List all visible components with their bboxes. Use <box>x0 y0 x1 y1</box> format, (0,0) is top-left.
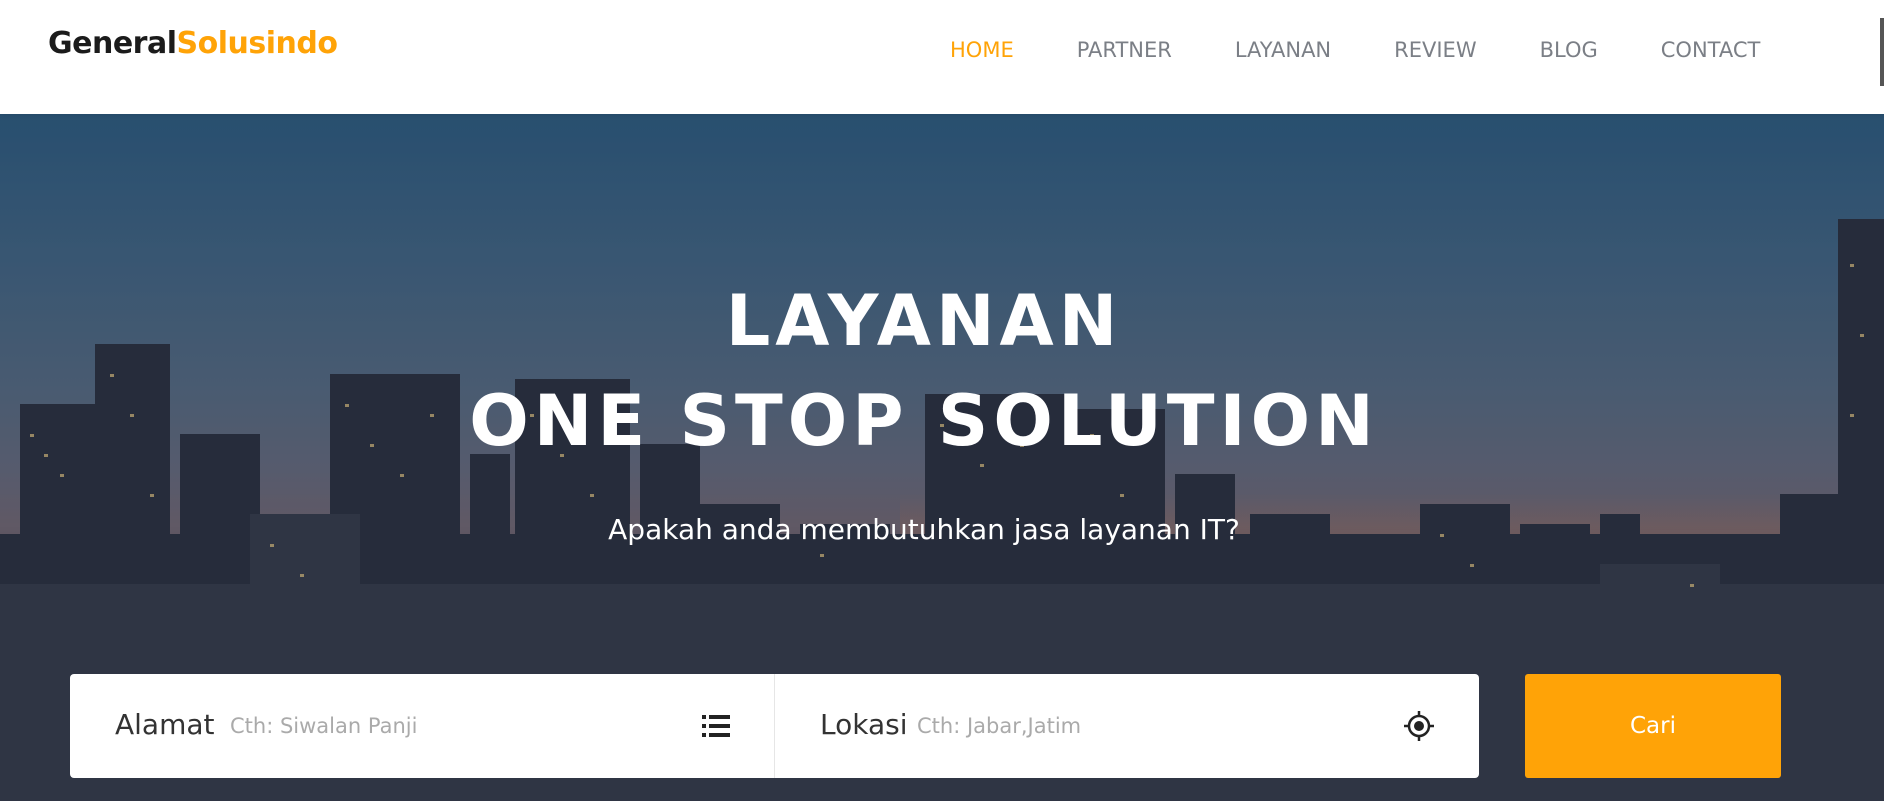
location-field-group: Lokasi <box>774 674 1478 778</box>
search-bar: Alamat Lokasi <box>70 674 1479 778</box>
hero-section: LAYANAN ONE STOP SOLUTION Apakah anda me… <box>0 114 1884 801</box>
address-label: Alamat <box>115 708 215 741</box>
logo[interactable]: GeneralSolusindo <box>48 26 338 61</box>
logo-text-general: General <box>48 26 177 61</box>
search-button[interactable]: Cari <box>1525 674 1781 778</box>
nav-home[interactable]: HOME <box>950 38 1014 62</box>
location-input[interactable] <box>917 704 1397 748</box>
nav-partner[interactable]: PARTNER <box>1077 38 1172 62</box>
main-nav: HOME PARTNER LAYANAN REVIEW BLOG CONTACT <box>950 38 1823 62</box>
logo-text-solusindo: Solusindo <box>176 26 338 61</box>
list-icon[interactable] <box>700 710 732 742</box>
nav-blog[interactable]: BLOG <box>1540 38 1598 62</box>
nav-contact[interactable]: CONTACT <box>1661 38 1761 62</box>
address-field-group: Alamat <box>70 674 774 778</box>
nav-review[interactable]: REVIEW <box>1394 38 1476 62</box>
scrollbar[interactable] <box>1880 18 1884 86</box>
crosshair-icon[interactable] <box>1403 710 1435 742</box>
address-input[interactable] <box>230 704 710 748</box>
hero-subtitle: Apakah anda membutuhkan jasa layanan IT? <box>608 513 1240 546</box>
hero-title-line1: LAYANAN <box>725 280 1123 362</box>
site-header: GeneralSolusindo HOME PARTNER LAYANAN RE… <box>0 0 1884 114</box>
hero-title-line2: ONE STOP SOLUTION <box>469 380 1379 462</box>
nav-layanan[interactable]: LAYANAN <box>1235 38 1331 62</box>
location-label: Lokasi <box>820 708 908 741</box>
